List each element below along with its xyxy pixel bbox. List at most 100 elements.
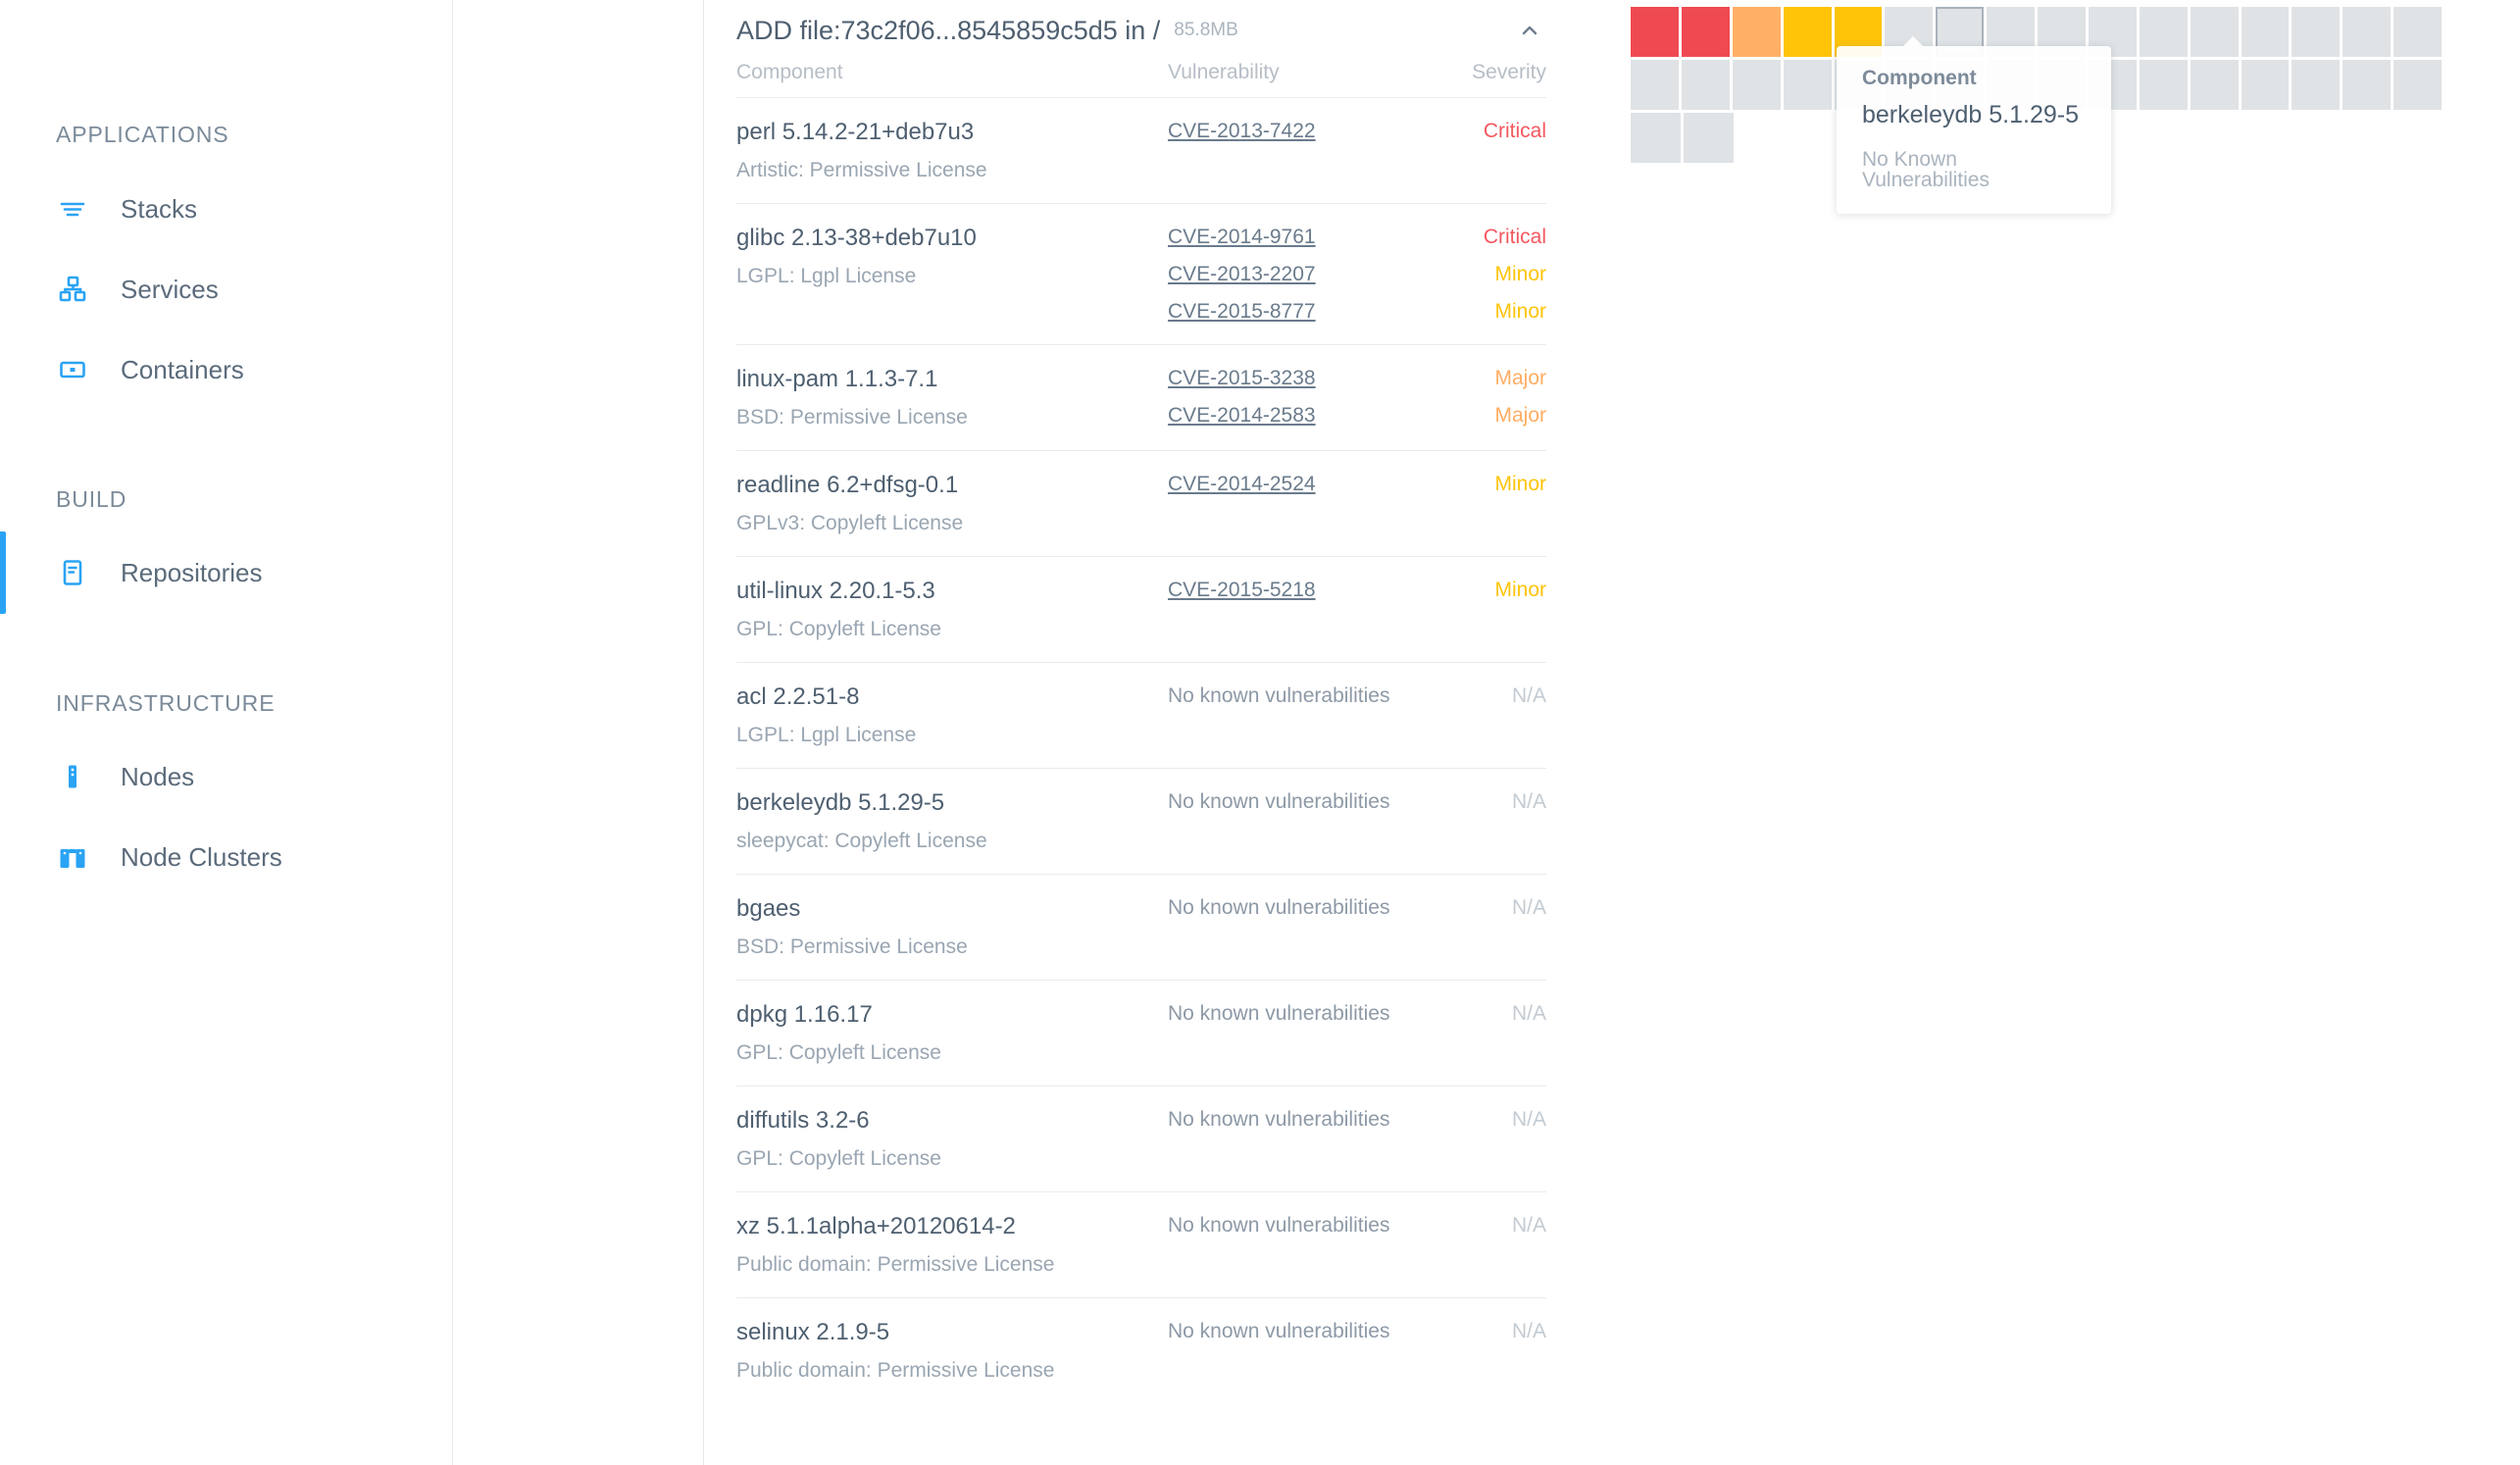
sidebar-item-label: Repositories [121,558,263,588]
table-row: xz 5.1.1alpha+20120614-2 Public domain: P… [736,1192,1546,1298]
heatmap-cell[interactable] [2191,7,2239,57]
component-license: Artistic: Permissive License [736,160,1168,180]
severity-value: N/A [1423,791,1546,812]
component-license: GPL: Copyleft License [736,1148,1168,1169]
heatmap-cell[interactable] [2343,60,2391,110]
component-name: berkeleydb 5.1.29-5 [736,791,1168,815]
column-header-vulnerability: Vulnerability [1168,61,1423,84]
cve-link[interactable]: CVE-2015-5218 [1168,580,1423,600]
component-license: GPLv3: Copyleft License [736,513,1168,533]
cell-severity: N/A [1423,1321,1546,1381]
heatmap-cell[interactable] [2292,7,2340,57]
table-row: perl 5.14.2-21+deb7u3Artistic: Permissiv… [736,98,1546,204]
cve-link[interactable]: CVE-2014-2524 [1168,474,1423,494]
column-header-severity: Severity [1423,61,1546,84]
heatmap-cell[interactable] [1631,113,1681,163]
heatmap-cell[interactable] [2191,60,2239,110]
heatmap-cell[interactable] [2292,60,2340,110]
tooltip-component-name: berkeleydb 5.1.29-5 [1862,103,2086,127]
severity-value: Minor [1423,580,1546,600]
column-header-component: Component [736,61,1168,84]
sidebar-item-label: Services [121,275,219,305]
cell-vulnerability: CVE-2014-2524 [1168,474,1423,533]
cell-severity: N/A [1423,897,1546,957]
cell-component: xz 5.1.1alpha+20120614-2 Public domain: P… [736,1215,1168,1275]
cve-link[interactable]: CVE-2014-9761 [1168,227,1423,247]
cell-severity: N/A [1423,1109,1546,1169]
sidebar-item-node-clusters[interactable]: Node Clusters [0,830,453,884]
sidebar-item-containers[interactable]: Containers [0,342,453,397]
component-name: util-linux 2.20.1-5.3 [736,580,1168,603]
heatmap-cell[interactable] [2242,7,2290,57]
sidebar-active-indicator [0,531,6,614]
sidebar-item-stacks[interactable]: Stacks [0,181,453,236]
heatmap-cell[interactable] [1631,7,1679,57]
cve-link[interactable]: CVE-2013-7422 [1168,121,1423,141]
no-vulnerabilities-text: No known vulnerabilities [1168,1003,1423,1024]
panel-bottom-fade [704,1440,1579,1465]
cve-link[interactable]: CVE-2015-8777 [1168,301,1423,322]
sidebar-item-label: Nodes [121,762,194,792]
layer-header[interactable]: ADD file:73c2f06...8545859c5d5 in / 85.8… [704,0,1579,61]
severity-value: N/A [1423,1003,1546,1024]
heatmap-cell[interactable] [2394,7,2442,57]
cell-severity: Critical [1423,121,1546,180]
cell-vulnerability: No known vulnerabilities [1168,791,1423,851]
heatmap-cell[interactable] [2394,60,2442,110]
cell-vulnerability: No known vulnerabilities [1168,1003,1423,1063]
cell-severity: Minor [1423,474,1546,533]
table-row: berkeleydb 5.1.29-5sleepycat: Copyleft L… [736,769,1546,875]
table-header-row: Component Vulnerability Severity [736,61,1546,98]
component-name: xz 5.1.1alpha+20120614-2 [736,1215,1168,1238]
severity-value: Minor [1423,301,1546,322]
cve-link[interactable]: CVE-2014-2583 [1168,405,1423,426]
heatmap-cell[interactable] [1682,60,1730,110]
cell-vulnerability: No known vulnerabilities [1168,685,1423,745]
cve-link[interactable]: CVE-2015-3238 [1168,368,1423,388]
table-row: glibc 2.13-38+deb7u10LGPL: Lgpl LicenseC… [736,204,1546,345]
heatmap-cell[interactable] [1733,7,1781,57]
component-name: readline 6.2+dfsg-0.1 [736,474,1168,497]
heatmap-cell[interactable] [2242,60,2290,110]
table-row: selinux 2.1.9-5Public domain: Permissive… [736,1298,1546,1403]
cell-component: util-linux 2.20.1-5.3GPL: Copyleft Licen… [736,580,1168,639]
tooltip-status: No Known Vulnerabilities [1862,149,2086,190]
severity-value: Critical [1423,227,1546,247]
heatmap-cell[interactable] [1784,7,1832,57]
heatmap-cell[interactable] [2343,7,2391,57]
component-license: LGPL: Lgpl License [736,266,1168,286]
cell-vulnerability: CVE-2015-5218 [1168,580,1423,639]
sidebar-item-nodes[interactable]: Nodes [0,749,453,804]
cell-component: linux-pam 1.1.3-7.1 BSD: Permissive Licen… [736,368,1168,428]
node-clusters-icon [56,840,89,874]
sidebar-section-title-infrastructure: INFRASTRUCTURE [0,690,275,717]
cve-link[interactable]: CVE-2013-2207 [1168,264,1423,284]
heatmap-cell[interactable] [1784,60,1832,110]
component-license: LGPL: Lgpl License [736,725,1168,745]
cell-severity: N/A [1423,1003,1546,1063]
table-body: perl 5.14.2-21+deb7u3Artistic: Permissiv… [736,98,1546,1403]
layer-size: 85.8MB [1174,20,1237,41]
cell-vulnerability: CVE-2014-9761 CVE-2013-2207 CVE-2015-8777 [1168,227,1423,322]
heatmap-cell[interactable] [1733,60,1781,110]
component-name: linux-pam 1.1.3-7.1 [736,368,1168,391]
sidebar-item-repositories[interactable]: Repositories [0,545,453,600]
cell-component: perl 5.14.2-21+deb7u3Artistic: Permissiv… [736,121,1168,180]
component-license: Public domain: Permissive License [736,1254,1168,1275]
heatmap-cell[interactable] [1631,60,1679,110]
component-name: dpkg 1.16.17 [736,1003,1168,1027]
severity-value: N/A [1423,1321,1546,1341]
component-license: Public domain: Permissive License [736,1360,1168,1381]
heatmap-cell[interactable] [1682,7,1730,57]
severity-value: N/A [1423,1109,1546,1130]
chevron-up-icon[interactable] [1510,11,1549,50]
severity-value: Critical [1423,121,1546,141]
sidebar-section-title-applications: APPLICATIONS [0,122,229,148]
heatmap-cell[interactable] [2140,60,2188,110]
no-vulnerabilities-text: No known vulnerabilities [1168,1321,1423,1341]
component-license: BSD: Permissive License [736,407,1168,428]
heatmap-cell[interactable] [1684,113,1734,163]
sidebar-item-services[interactable]: Services [0,262,453,317]
cell-severity: N/A [1423,685,1546,745]
heatmap-cell[interactable] [2140,7,2188,57]
